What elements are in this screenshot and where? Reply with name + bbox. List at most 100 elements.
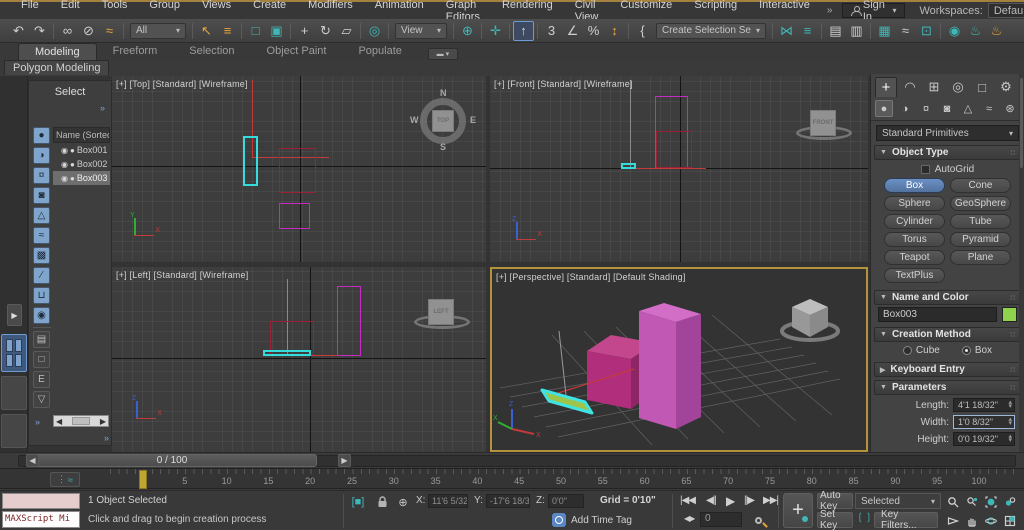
isolate-selection-icon[interactable]: [■] bbox=[350, 494, 366, 510]
mirror-icon[interactable]: ⋈ bbox=[776, 21, 797, 41]
scene-explorer-toggle-icon[interactable]: ▤ bbox=[825, 21, 846, 41]
select-and-move-icon[interactable]: + bbox=[294, 21, 315, 41]
macro-recorder-field[interactable] bbox=[2, 493, 80, 509]
auto-key-button[interactable]: Auto Key bbox=[817, 493, 853, 509]
rollout-keyboard-entry-header[interactable]: ▶ Keyboard Entry ∷ bbox=[874, 362, 1021, 377]
geometry-category-icon[interactable]: ● bbox=[875, 100, 893, 117]
filter-bones-icon[interactable]: ∕ bbox=[33, 267, 50, 284]
layer-explorer-toggle-icon[interactable]: ▥ bbox=[846, 21, 867, 41]
filter-visibility-icon[interactable]: ◉ bbox=[33, 307, 50, 324]
viewport-top[interactable]: [+] [Top] [Standard] [Wireframe] TOP N S… bbox=[112, 76, 486, 262]
explorer-chevron-3[interactable]: » bbox=[104, 433, 109, 443]
render-setup-icon[interactable]: ♨ bbox=[965, 21, 986, 41]
viewport-left-label[interactable]: [+] [Left] [Standard] [Wireframe] bbox=[116, 270, 248, 280]
modify-tab[interactable]: ◠ bbox=[899, 77, 921, 97]
zoom-region-icon[interactable] bbox=[944, 512, 962, 530]
percent-snap-icon[interactable]: % bbox=[583, 21, 604, 41]
display-none-icon[interactable]: □ bbox=[33, 351, 50, 368]
viewport-perspective-label[interactable]: [+] [Perspective] [Standard] [Default Sh… bbox=[496, 272, 686, 282]
filter-geometry-icon[interactable]: ● bbox=[33, 127, 50, 144]
display-list-icon[interactable]: ▤ bbox=[33, 331, 50, 348]
scroll-left-icon[interactable]: ◀ bbox=[56, 417, 62, 426]
select-and-manipulate-icon[interactable]: ✛ bbox=[485, 21, 506, 41]
parameter-field-width-[interactable]: 1'0 8/32"▴▾ bbox=[953, 415, 1015, 429]
menu-overflow-chevron[interactable]: » bbox=[821, 5, 839, 16]
create-tab[interactable]: + bbox=[875, 77, 897, 97]
snaps-toggle-icon[interactable]: 3 bbox=[541, 21, 562, 41]
create-plane-button[interactable]: Plane bbox=[950, 250, 1011, 265]
create-textplus-button[interactable]: TextPlus bbox=[884, 268, 945, 283]
spinner-snap-icon[interactable]: ↕ bbox=[604, 21, 625, 41]
curve-editor-icon[interactable]: ≈ bbox=[895, 21, 916, 41]
box-wire[interactable] bbox=[279, 203, 310, 229]
spinner-icon[interactable]: ▴▾ bbox=[1008, 418, 1012, 426]
selection-filter-dropdown[interactable]: All▾ bbox=[130, 23, 186, 39]
object-color-swatch[interactable] bbox=[1002, 307, 1017, 322]
current-frame-field[interactable]: 0 bbox=[700, 512, 742, 527]
filter-shapes-icon[interactable]: ◑ bbox=[33, 147, 50, 164]
ribbon-tab-freeform[interactable]: Freeform bbox=[97, 43, 174, 60]
z-coordinate-field[interactable]: 0'0" bbox=[548, 494, 584, 508]
rollout-name-color-header[interactable]: ▼ Name and Color ∷ bbox=[874, 290, 1021, 305]
tab-polygon-modeling[interactable]: Polygon Modeling bbox=[4, 60, 109, 75]
utilities-tab[interactable]: ⚙ bbox=[995, 77, 1017, 97]
ribbon-tab-object-paint[interactable]: Object Paint bbox=[251, 43, 343, 60]
shapes-category-icon[interactable]: ◑ bbox=[896, 100, 914, 117]
select-and-rotate-icon[interactable]: ↻ bbox=[315, 21, 336, 41]
render-production-icon[interactable]: ♨ bbox=[986, 21, 1007, 41]
go-to-end-button[interactable]: ▶▶| bbox=[763, 495, 778, 506]
object-name-field[interactable]: Box003 bbox=[878, 307, 997, 322]
angle-snap-icon[interactable]: ∠ bbox=[562, 21, 583, 41]
compass-w[interactable]: W bbox=[410, 115, 419, 125]
sign-in-button[interactable]: Sign In ▾ bbox=[842, 3, 905, 18]
ribbon-minimize-button[interactable]: ▬▾ bbox=[428, 48, 458, 60]
create-pyramid-button[interactable]: Pyramid bbox=[950, 232, 1011, 247]
selection-set-dropdown[interactable]: Create Selection Se▾ bbox=[656, 23, 766, 39]
spacewarps-category-icon[interactable]: ≈ bbox=[980, 100, 998, 117]
viewport-front-label[interactable]: [+] [Front] [Standard] [Wireframe] bbox=[494, 79, 633, 89]
box-wire[interactable] bbox=[279, 148, 316, 193]
scroll-thumb[interactable] bbox=[72, 417, 90, 425]
autogrid-checkbox[interactable] bbox=[921, 165, 930, 174]
workspace-dropdown[interactable]: Default ▾ bbox=[988, 3, 1024, 18]
set-key-button[interactable]: Set Key bbox=[817, 512, 853, 528]
key-filters-button[interactable]: Key Filters... bbox=[874, 512, 938, 528]
compass-e[interactable]: E bbox=[470, 115, 476, 125]
window-crossing-icon[interactable]: ▣ bbox=[266, 21, 287, 41]
next-frame-button[interactable]: ▶ bbox=[338, 454, 351, 467]
explorer-overflow-chevron[interactable]: » bbox=[100, 103, 105, 113]
explorer-chevron-2[interactable]: » bbox=[35, 417, 40, 427]
x-coordinate-field[interactable]: 11'6 5/32" bbox=[428, 494, 468, 508]
rollout-parameters-header[interactable]: ▼ Parameters ∷ bbox=[874, 380, 1021, 395]
filter-materials-icon[interactable]: ▩ bbox=[33, 247, 50, 264]
selected-box-wire[interactable] bbox=[621, 163, 636, 169]
create-cylinder-button[interactable]: Cylinder bbox=[884, 214, 945, 229]
explorer-column-header[interactable]: Name (Sorted A bbox=[53, 127, 110, 143]
zoom-all-icon[interactable] bbox=[963, 493, 981, 511]
filter-spacewarps-icon[interactable]: ≈ bbox=[33, 227, 50, 244]
viewcube-face[interactable]: FRONT bbox=[810, 110, 836, 136]
previous-frame-button[interactable]: ◀|| bbox=[706, 495, 716, 506]
filter-cameras-icon[interactable]: ◙ bbox=[33, 187, 50, 204]
selected-box-wire[interactable] bbox=[243, 136, 258, 186]
compass-n[interactable]: N bbox=[440, 88, 447, 98]
reference-coordinate-dropdown[interactable]: View▾ bbox=[395, 23, 447, 39]
filter-helpers-icon[interactable]: △ bbox=[33, 207, 50, 224]
schematic-view-icon[interactable]: ⊡ bbox=[916, 21, 937, 41]
play-button[interactable]: ▶ bbox=[726, 494, 734, 508]
dock-flyout-button[interactable]: ▶ bbox=[7, 304, 22, 326]
add-time-tag[interactable]: Add Time Tag bbox=[552, 513, 632, 527]
list-item-box002[interactable]: ◉●Box002 bbox=[53, 157, 110, 171]
visibility-eye-icon[interactable]: ◉ bbox=[61, 146, 68, 155]
visibility-eye-icon[interactable]: ◉ bbox=[61, 174, 68, 183]
ribbon-tab-populate[interactable]: Populate bbox=[342, 43, 417, 60]
redo-icon[interactable]: ↷ bbox=[29, 21, 50, 41]
rollout-object-type-header[interactable]: ▼ Object Type ∷ bbox=[874, 145, 1021, 160]
current-frame-marker[interactable] bbox=[139, 470, 147, 489]
time-slider-handle[interactable]: 0 / 100 bbox=[27, 454, 317, 467]
viewport-top-label[interactable]: [+] [Top] [Standard] [Wireframe] bbox=[116, 79, 248, 89]
viewport-perspective[interactable]: [+] [Perspective] [Standard] [Default Sh… bbox=[490, 267, 868, 452]
previous-frame-button[interactable]: ◀ bbox=[26, 454, 39, 467]
selection-lock-icon[interactable] bbox=[374, 494, 390, 510]
lights-category-icon[interactable]: ¤ bbox=[917, 100, 935, 117]
